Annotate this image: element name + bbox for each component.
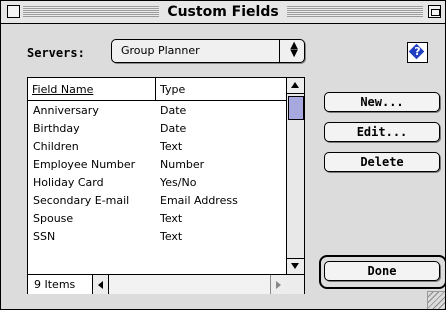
list-row[interactable]: Holiday Card Yes/No xyxy=(28,173,286,191)
field-name-cell: Anniversary xyxy=(33,104,99,117)
vertical-scrollbar[interactable] xyxy=(286,78,304,274)
servers-popup[interactable]: Group Planner ▲ ▼ xyxy=(111,39,305,63)
field-name-cell: Spouse xyxy=(33,212,74,225)
title-bar[interactable]: Custom Fields xyxy=(1,1,445,24)
up-down-arrows-icon: ▲ ▼ xyxy=(290,40,298,59)
done-button[interactable]: Done xyxy=(324,261,440,281)
item-count: 9 Items xyxy=(28,275,93,294)
scroll-left-arrow-icon[interactable] xyxy=(93,275,109,294)
new-button[interactable]: New... xyxy=(324,92,440,112)
list-row[interactable]: Birthday Date xyxy=(28,119,286,137)
default-button-ring: Done xyxy=(319,255,446,289)
grow-box-icon[interactable] xyxy=(427,291,445,309)
field-type-cell: Text xyxy=(160,140,183,153)
field-type-cell: Yes/No xyxy=(160,176,197,189)
field-name-cell: Birthday xyxy=(33,122,80,135)
list-rows: Anniversary Date Birthday Date Children … xyxy=(28,101,286,245)
popup-divider xyxy=(279,40,280,62)
window-title-text: Custom Fields xyxy=(159,4,287,20)
field-name-cell: SSN xyxy=(33,230,56,243)
field-name-cell: Holiday Card xyxy=(33,176,104,189)
help-icon-glyph: ? xyxy=(414,45,421,58)
item-count-label: 9 Items xyxy=(34,278,76,291)
custom-fields-window: Custom Fields Servers: Group Planner ▲ ▼ … xyxy=(0,0,446,310)
field-name-cell: Secondary E-mail xyxy=(33,194,130,207)
list-row[interactable]: Employee Number Number xyxy=(28,155,286,173)
field-name-cell: Children xyxy=(33,140,79,153)
scroll-thumb[interactable] xyxy=(288,96,304,120)
field-type-cell: Text xyxy=(160,230,183,243)
custom-fields-list[interactable]: Field Name Type Anniversary Date Birthda… xyxy=(27,77,305,294)
field-name-cell: Employee Number xyxy=(33,158,136,171)
list-row[interactable]: Children Text xyxy=(28,137,286,155)
field-type-cell: Text xyxy=(160,212,183,225)
list-row[interactable]: Spouse Text xyxy=(28,209,286,227)
list-row[interactable]: Secondary E-mail Email Address xyxy=(28,191,286,209)
field-type-cell: Number xyxy=(160,158,205,171)
delete-button[interactable]: Delete xyxy=(324,152,440,172)
list-row[interactable]: Anniversary Date xyxy=(28,101,286,119)
scroll-down-arrow-icon[interactable] xyxy=(287,258,304,274)
column-divider[interactable] xyxy=(155,78,156,100)
column-header-field-name[interactable]: Field Name xyxy=(32,83,93,96)
scroll-up-arrow-icon[interactable] xyxy=(287,78,304,94)
window-title: Custom Fields xyxy=(1,3,445,21)
list-footer: 9 Items xyxy=(28,274,304,294)
servers-label: Servers: xyxy=(27,46,85,60)
scroll-right-arrow-icon[interactable] xyxy=(270,275,286,294)
help-button[interactable]: ? xyxy=(407,42,428,63)
horizontal-scrollbar[interactable] xyxy=(93,275,286,294)
column-header-type[interactable]: Type xyxy=(160,83,185,96)
zoom-box-icon[interactable] xyxy=(428,5,441,18)
list-row[interactable]: SSN Text xyxy=(28,227,286,245)
field-type-cell: Email Address xyxy=(160,194,238,207)
field-type-cell: Date xyxy=(160,104,187,117)
list-header: Field Name Type xyxy=(28,78,286,101)
servers-popup-value: Group Planner xyxy=(121,44,200,57)
field-type-cell: Date xyxy=(160,122,187,135)
edit-button[interactable]: Edit... xyxy=(324,122,440,142)
